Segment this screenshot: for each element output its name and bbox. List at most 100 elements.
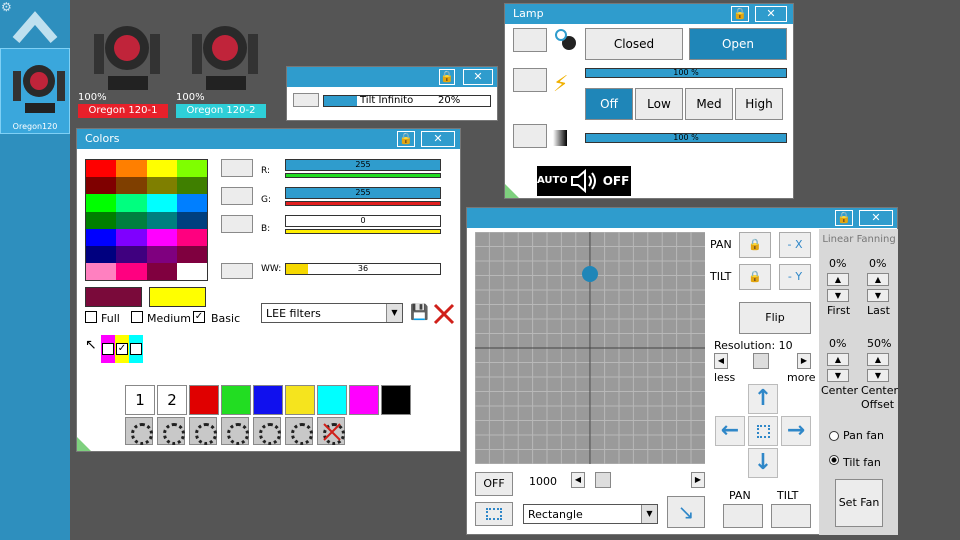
palette-cell[interactable] [146,177,177,195]
sound-icon[interactable] [567,166,601,196]
effect-off-button[interactable]: OFF [475,472,513,496]
palette-cell[interactable] [176,194,207,212]
gobo-3-button[interactable] [189,417,217,445]
save-icon[interactable]: 💾 [410,303,429,323]
lock-icon[interactable]: 🔒 [835,210,853,226]
wheel-swatch-button[interactable] [317,385,347,415]
shape-dropdown[interactable]: Rectangle ▼ [523,504,658,524]
lock-icon[interactable]: 🔒 [439,69,455,85]
yellow-checkbox[interactable]: ✓ [116,343,128,355]
offset-up-button[interactable]: ▲ [867,353,889,366]
close-button[interactable]: ✕ [421,131,455,147]
shutter-open-button[interactable]: Open [689,28,787,60]
strobe-med-button[interactable]: Med [685,88,733,120]
offset-down-button[interactable]: ▼ [867,369,889,382]
resize-corner-icon[interactable] [505,184,519,198]
strobe-off-button[interactable]: Off [585,88,633,120]
gobo-6-button[interactable] [285,417,313,445]
basic-checkbox[interactable]: ✓ [193,311,205,323]
flip-button[interactable]: Flip [739,302,811,334]
palette-cell[interactable] [116,177,147,195]
palette-cell[interactable] [86,211,117,229]
gobo-off-button[interactable] [317,417,345,445]
direction-button[interactable]: ↘ [667,496,705,528]
last-up-button[interactable]: ▲ [867,273,889,286]
palette-cell[interactable] [86,194,117,212]
arrow-right-button[interactable]: → [781,416,811,446]
palette-cell[interactable] [116,263,147,281]
tilt-fan-radio[interactable] [829,455,839,465]
wheel-slot-1-button[interactable]: 1 [125,385,155,415]
palette-cell[interactable] [176,177,207,195]
arrow-down-button[interactable]: ↓ [748,448,778,478]
strobe-high-button[interactable]: High [735,88,783,120]
red-slider[interactable]: 255 [285,159,441,171]
pan-tilt-grid[interactable] [475,232,705,464]
shutter-channel-button[interactable] [513,28,547,52]
speed-decrease-button[interactable]: ◀ [571,472,585,488]
medium-checkbox[interactable] [131,311,143,323]
lock-icon[interactable]: 🔒 [731,6,749,22]
close-button[interactable]: ✕ [755,6,787,22]
color-palette-grid[interactable] [85,159,208,281]
palette-cell[interactable] [116,228,147,246]
dimmer-channel-button[interactable] [513,124,547,148]
pan-fan-radio[interactable] [829,431,839,441]
palette-cell[interactable] [176,211,207,229]
palette-cell[interactable] [116,246,147,264]
palette-cell[interactable] [86,177,117,195]
close-button[interactable]: ✕ [463,69,493,85]
gobo-4-button[interactable] [221,417,249,445]
palette-cell[interactable] [86,263,117,281]
cyan-checkbox[interactable] [130,343,142,355]
palette-cell[interactable] [146,228,177,246]
wheel-swatch-button[interactable] [189,385,219,415]
first-down-button[interactable]: ▼ [827,289,849,302]
position-marker[interactable] [582,266,598,282]
wheel-swatch-button[interactable] [349,385,379,415]
ww-slider[interactable]: 36 [285,263,441,275]
strobe-channel-button[interactable] [513,68,547,92]
resolution-decrease-button[interactable]: ◀ [714,353,728,369]
palette-cell[interactable] [146,160,177,178]
wheel-swatch-button[interactable] [285,385,315,415]
auto-button[interactable]: AUTO [537,166,568,196]
filter-dropdown[interactable]: LEE filters ▼ [261,303,403,323]
dimmer-bar[interactable]: 100 % [585,133,787,143]
lock-icon[interactable]: 🔒 [397,131,415,147]
palette-cell[interactable] [116,194,147,212]
strobe-low-button[interactable]: Low [635,88,683,120]
speed-slider-thumb[interactable] [595,472,611,488]
green-slider[interactable]: 255 [285,187,441,199]
palette-cell[interactable] [116,211,147,229]
tilt-lock-button[interactable]: 🔒 [739,264,771,290]
speed-increase-button[interactable]: ▶ [691,472,705,488]
gobo-5-button[interactable] [253,417,281,445]
wheel-swatch-button[interactable] [253,385,283,415]
palette-cell[interactable] [86,160,117,178]
collapse-up-icon[interactable] [12,6,58,46]
palette-cell[interactable] [176,228,207,246]
set-fan-button[interactable]: Set Fan [835,479,883,527]
red-channel-button[interactable] [221,159,253,177]
last-down-button[interactable]: ▼ [867,289,889,302]
palette-cell[interactable] [146,194,177,212]
pan-button[interactable] [723,504,763,528]
palette-cell[interactable] [86,228,117,246]
center-button[interactable] [748,416,778,446]
fixture-oregon-120-1[interactable]: 100% Oregon 120-1 [78,14,168,120]
invert-y-button[interactable]: - Y [779,264,811,290]
pan-lock-button[interactable]: 🔒 [739,232,771,258]
palette-cell[interactable] [176,246,207,264]
resolution-slider-thumb[interactable] [753,353,769,369]
gobo-2-button[interactable] [157,417,185,445]
off-button[interactable]: OFF [601,166,631,196]
close-button[interactable]: ✕ [859,210,893,226]
gobo-1-button[interactable] [125,417,153,445]
tilt-button[interactable] [771,504,811,528]
center-down-button[interactable]: ▼ [827,369,849,382]
ww-channel-button[interactable] [221,263,253,279]
wheel-swatch-button[interactable] [381,385,411,415]
first-up-button[interactable]: ▲ [827,273,849,286]
full-checkbox[interactable] [85,311,97,323]
